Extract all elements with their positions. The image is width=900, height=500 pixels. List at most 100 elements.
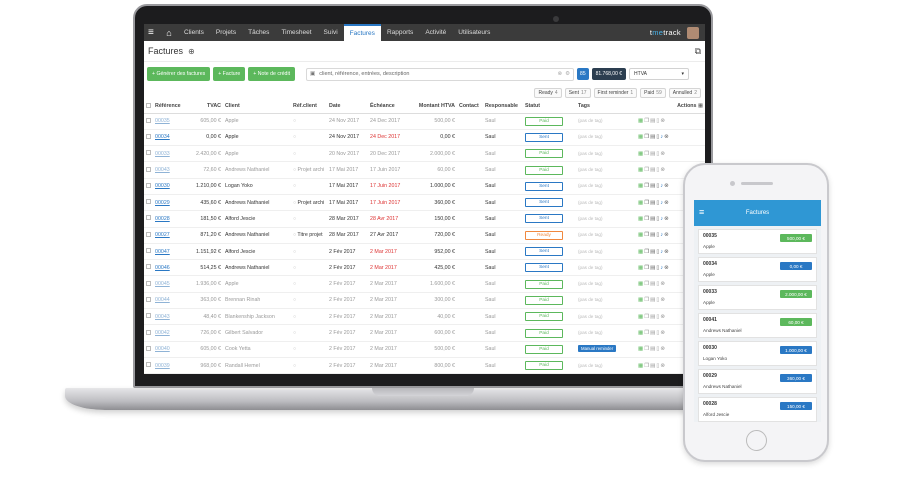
reference-cell[interactable]: 00028: [153, 210, 189, 228]
status-badge[interactable]: Sent: [525, 247, 563, 257]
status-badge[interactable]: Sent: [525, 198, 563, 208]
comment-icon[interactable]: ○: [293, 232, 296, 238]
filter-sent[interactable]: Sent 17: [564, 88, 591, 98]
nav-activite[interactable]: Activité: [419, 24, 452, 41]
col-client[interactable]: Client: [223, 100, 291, 114]
status-badge[interactable]: Paid: [525, 361, 563, 371]
table-row[interactable]: 00034 0,00 € Apple ○ 24 Nov 2017 24 Dec …: [144, 129, 705, 147]
reference-cell[interactable]: 00046: [153, 259, 189, 277]
comment-icon[interactable]: ○: [293, 151, 296, 157]
col-tags[interactable]: Tags: [576, 100, 636, 114]
tag-placeholder[interactable]: (pas de tag): [578, 118, 603, 123]
invoice-card[interactable]: 00034 Apple 0,00 €: [698, 257, 817, 282]
row-checkbox[interactable]: [144, 341, 153, 358]
reference-cell[interactable]: 00030: [153, 178, 189, 195]
col-tvac[interactable]: TVAC: [189, 100, 223, 114]
table-row[interactable]: 00043 72,60 € Andrews Nathaniel ○ Projet…: [144, 161, 705, 179]
reference-cell[interactable]: 00029: [153, 194, 189, 212]
close-icon[interactable]: ⊗: [660, 314, 666, 320]
reference-link[interactable]: 00029: [155, 200, 170, 206]
comment-icon[interactable]: ○: [293, 118, 296, 124]
htva-select[interactable]: HTVA ▾: [629, 68, 690, 80]
close-icon[interactable]: ⊗: [664, 183, 670, 189]
reference-link[interactable]: 00027: [155, 232, 170, 238]
reference-cell[interactable]: 00035: [153, 113, 189, 130]
row-checkbox[interactable]: [144, 275, 153, 293]
invoice-card[interactable]: 00041 Andrews Nathaniel 60,00 €: [698, 313, 817, 338]
generate-invoices-button[interactable]: + Générer des factures: [147, 67, 211, 81]
globe-icon[interactable]: ⊕: [188, 47, 195, 56]
close-icon[interactable]: ⊗: [660, 363, 666, 369]
filter-paid[interactable]: Paid 59: [640, 88, 666, 98]
reference-link[interactable]: 00040: [155, 346, 170, 352]
new-invoice-button[interactable]: + Facture: [213, 67, 246, 81]
close-icon[interactable]: ⊗: [660, 330, 666, 336]
row-checkbox[interactable]: [144, 243, 153, 261]
external-link-icon[interactable]: ⧉: [695, 46, 701, 57]
col-refclient[interactable]: Réf.client: [291, 100, 327, 114]
nav-rapports[interactable]: Rapports: [381, 24, 419, 41]
reference-link[interactable]: 00030: [155, 183, 170, 189]
status-badge[interactable]: Paid: [525, 165, 563, 175]
reference-cell[interactable]: 00039: [153, 357, 189, 374]
credit-note-button[interactable]: + Note de crédit: [248, 67, 296, 81]
table-row[interactable]: 00046 514,25 € Andrews Nathaniel ○ 2 Fév…: [144, 259, 705, 277]
row-checkbox[interactable]: [144, 194, 153, 212]
status-badge[interactable]: Paid: [525, 312, 563, 322]
row-checkbox[interactable]: [144, 259, 153, 277]
columns-icon[interactable]: ▦: [698, 103, 703, 109]
tag-placeholder[interactable]: (pas de tag): [578, 363, 603, 368]
close-icon[interactable]: ⊗: [660, 167, 666, 173]
status-badge[interactable]: Sent: [525, 181, 563, 191]
comment-icon[interactable]: ○: [293, 183, 296, 189]
filter-first-reminder[interactable]: First reminder 1: [593, 88, 638, 98]
tag-placeholder[interactable]: (pas de tag): [578, 249, 603, 254]
col-contact[interactable]: Contact: [457, 100, 483, 114]
table-row[interactable]: 00035 605,00 € Apple ○ 24 Nov 2017 24 De…: [144, 113, 705, 130]
close-icon[interactable]: ⊗: [664, 134, 670, 140]
row-checkbox[interactable]: [144, 113, 153, 130]
col-amount[interactable]: Montant HTVA: [413, 100, 457, 114]
reference-cell[interactable]: 00044: [153, 292, 189, 310]
status-badge[interactable]: Sent: [525, 214, 563, 224]
menu-icon[interactable]: ≡: [699, 208, 704, 217]
nav-timesheet[interactable]: Timesheet: [275, 24, 317, 41]
tag-placeholder[interactable]: (pas de tag): [578, 151, 603, 156]
tag-placeholder[interactable]: (pas de tag): [578, 167, 603, 172]
comment-icon[interactable]: ○: [293, 297, 296, 303]
tag-badge[interactable]: Manual reminder: [578, 345, 617, 353]
reference-link[interactable]: 00028: [155, 216, 170, 222]
row-checkbox[interactable]: [144, 210, 153, 228]
tag-placeholder[interactable]: (pas de tag): [578, 314, 603, 319]
close-icon[interactable]: ⊗: [664, 265, 670, 271]
reference-link[interactable]: 00044: [155, 297, 170, 303]
row-checkbox[interactable]: [144, 161, 153, 179]
comment-icon[interactable]: ○: [293, 265, 296, 271]
nav-suivi[interactable]: Suivi: [318, 24, 344, 41]
status-badge[interactable]: Paid: [525, 295, 563, 305]
table-row[interactable]: 00043 48,40 € Blankenship Jackson ○ 2 Fé…: [144, 308, 705, 326]
tag-placeholder[interactable]: (pas de tag): [578, 297, 603, 302]
reference-link[interactable]: 00043: [155, 167, 170, 173]
reference-link[interactable]: 00045: [155, 281, 170, 287]
status-badge[interactable]: Paid: [525, 279, 563, 289]
filter-annulled[interactable]: Annulled 2: [668, 88, 701, 98]
tag-placeholder[interactable]: (pas de tag): [578, 183, 603, 188]
reference-link[interactable]: 00042: [155, 330, 170, 336]
comment-icon[interactable]: ○: [293, 330, 296, 336]
tag-placeholder[interactable]: (pas de tag): [578, 265, 603, 270]
table-row[interactable]: 00042 726,00 € Gilbert Salvador ○ 2 Fév …: [144, 324, 705, 342]
status-badge[interactable]: Sent: [525, 263, 563, 273]
table-row[interactable]: 00030 1.210,00 € Logan Yoko ○ 17 Mai 201…: [144, 178, 705, 195]
reference-cell[interactable]: 00040: [153, 341, 189, 358]
nav-factures[interactable]: Factures: [343, 24, 381, 41]
reference-link[interactable]: 00046: [155, 265, 170, 271]
row-checkbox[interactable]: [144, 178, 153, 195]
table-row[interactable]: 00040 605,00 € Cook Yetta ○ 2 Fév 2017 2…: [144, 341, 705, 358]
reference-cell[interactable]: 00042: [153, 324, 189, 342]
row-checkbox[interactable]: [144, 292, 153, 310]
comment-icon[interactable]: ○: [293, 314, 296, 320]
invoice-card[interactable]: 00033 Apple 2.000,00 €: [698, 285, 817, 310]
reference-link[interactable]: 00043: [155, 314, 170, 320]
table-row[interactable]: 00044 363,00 € Brennan Rinah ○ 2 Fév 201…: [144, 292, 705, 310]
